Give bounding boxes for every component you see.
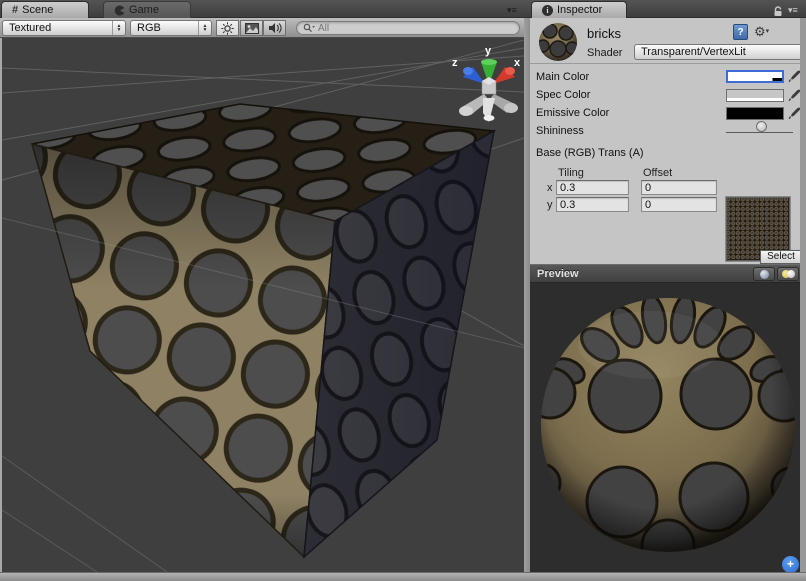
- scene-search-field[interactable]: [296, 21, 520, 35]
- render-mode-value: Textured: [9, 22, 51, 34]
- slider-track: [726, 132, 793, 133]
- offset-column-label: Offset: [643, 167, 672, 179]
- preview-lighting-button[interactable]: [777, 267, 799, 281]
- main-color-label: Main Color: [536, 71, 589, 83]
- sun-icon: [221, 22, 234, 35]
- inspector-info-icon: i: [542, 5, 553, 16]
- tab-inspector-label: Inspector: [557, 4, 602, 16]
- emissive-color-label: Emissive Color: [536, 107, 609, 119]
- shininess-slider[interactable]: [530, 126, 800, 140]
- inspector-panel: bricks Shader Transparent/VertexLit ▼ ? …: [530, 18, 800, 264]
- material-header: bricks Shader Transparent/VertexLit ▼ ? …: [530, 18, 800, 64]
- shader-label: Shader: [587, 47, 622, 59]
- select-texture-button[interactable]: Select: [760, 250, 802, 264]
- row-x-label: x: [547, 182, 553, 194]
- material-properties: Main Color Spec Color Emissive Color: [530, 65, 800, 264]
- offset-y-input[interactable]: [641, 197, 717, 212]
- render-mode-dropdown[interactable]: Textured ▲▼: [2, 20, 126, 36]
- material-ball-icon: [537, 21, 579, 63]
- offset-x-input[interactable]: [641, 180, 717, 195]
- preview-mesh-button[interactable]: [753, 267, 775, 281]
- gizmo-z-label: z: [452, 57, 458, 69]
- speaker-icon: [268, 22, 282, 34]
- scene-viewport[interactable]: y x z: [0, 38, 524, 572]
- unity-editor-window: # Scene Game ▾≡ i Inspector ▾≡ Textured …: [0, 0, 806, 581]
- tiling-y-input[interactable]: [556, 197, 629, 212]
- dropdown-stepper-icon: ▲▼: [198, 21, 211, 35]
- scene-grid-icon: #: [12, 4, 18, 16]
- preview-pane[interactable]: +: [530, 283, 800, 572]
- light-off-icon: [787, 270, 795, 278]
- game-icon: [114, 5, 125, 16]
- sphere-icon: [760, 270, 769, 279]
- eyedropper-icon[interactable]: [787, 106, 801, 120]
- color-mode-value: RGB: [137, 22, 161, 34]
- gear-icon[interactable]: ⚙: [754, 24, 769, 40]
- main-color-swatch[interactable]: [726, 70, 784, 83]
- image-icon: [245, 23, 259, 34]
- shader-dropdown[interactable]: Transparent/VertexLit ▼: [634, 44, 806, 60]
- row-y-label: y: [547, 199, 553, 211]
- tab-game[interactable]: Game: [103, 1, 191, 18]
- base-texture-label: Base (RGB) Trans (A): [536, 147, 644, 159]
- scene-panel-menu-icon[interactable]: ▾≡: [507, 6, 517, 15]
- search-input[interactable]: [318, 23, 488, 34]
- help-icon[interactable]: ?: [733, 24, 748, 40]
- slider-thumb[interactable]: [756, 121, 767, 132]
- inspector-panel-menu-icon[interactable]: ▾≡: [788, 6, 798, 15]
- gizmo-y-label: y: [485, 45, 492, 57]
- alpha-strip: [727, 116, 783, 119]
- eyedropper-icon[interactable]: [787, 69, 801, 83]
- dropdown-stepper-icon: ▲▼: [112, 21, 125, 35]
- search-icon: [303, 23, 315, 33]
- tiling-x-input[interactable]: [556, 180, 629, 195]
- spec-color-label: Spec Color: [536, 89, 590, 101]
- tiling-column-label: Tiling: [558, 167, 584, 179]
- lighting-toggle-button[interactable]: [216, 20, 239, 36]
- alpha-strip: [728, 78, 782, 81]
- scene-toolbar: Textured ▲▼ RGB ▲▼: [0, 18, 524, 38]
- color-mode-dropdown[interactable]: RGB ▲▼: [130, 20, 212, 36]
- tab-bar: # Scene Game ▾≡ i Inspector ▾≡: [0, 0, 806, 18]
- panel-divider[interactable]: [524, 18, 530, 572]
- gizmo-x-label: x: [514, 57, 521, 69]
- tab-game-label: Game: [129, 4, 159, 16]
- shader-value: Transparent/VertexLit: [641, 46, 746, 58]
- add-button[interactable]: +: [782, 556, 799, 572]
- spec-color-swatch[interactable]: [726, 89, 784, 102]
- window-bottom-edge: [0, 572, 806, 581]
- material-name: bricks: [587, 26, 621, 41]
- alpha-strip: [727, 98, 783, 101]
- material-preview-sphere[interactable]: [530, 283, 800, 572]
- tab-scene[interactable]: # Scene: [1, 1, 89, 18]
- tab-inspector[interactable]: i Inspector: [531, 1, 627, 18]
- preview-title: Preview: [537, 268, 579, 280]
- tab-scene-label: Scene: [22, 4, 53, 16]
- eyedropper-icon[interactable]: [787, 88, 801, 102]
- scene-render: y x z: [2, 38, 524, 572]
- emissive-color-swatch[interactable]: [726, 107, 784, 120]
- window-right-edge: [800, 18, 806, 572]
- lock-icon[interactable]: [772, 6, 784, 17]
- preview-header[interactable]: Preview: [530, 264, 800, 283]
- skybox-toggle-button[interactable]: [240, 20, 263, 36]
- audio-toggle-button[interactable]: [263, 20, 286, 36]
